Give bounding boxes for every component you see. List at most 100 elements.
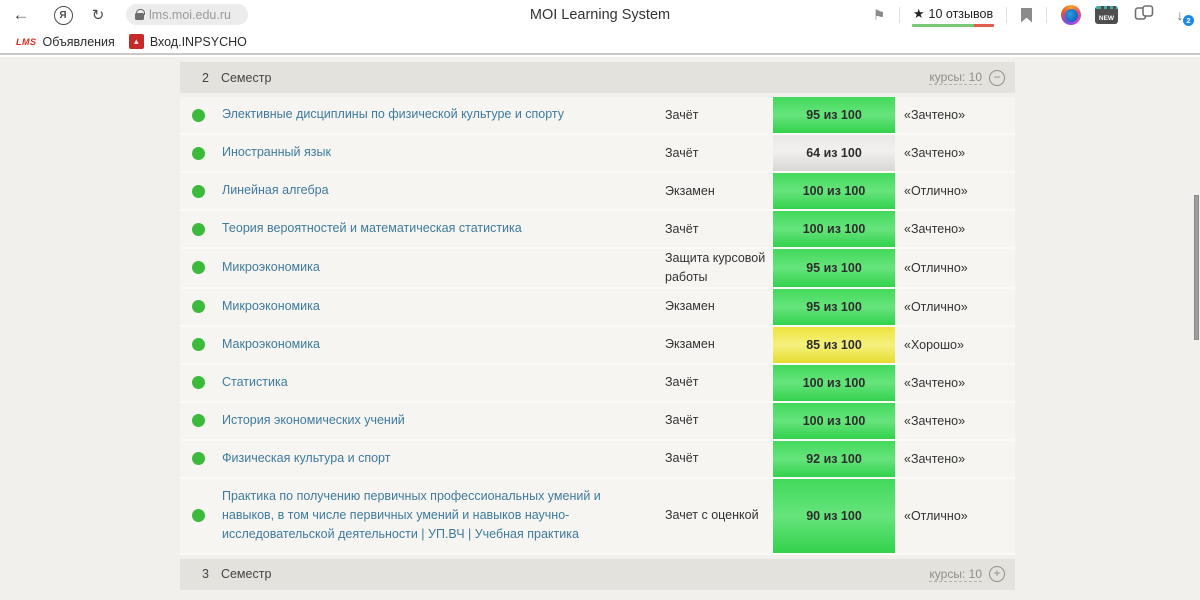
grade-text: «Отлично» bbox=[904, 184, 968, 198]
grade-text: «Отлично» bbox=[904, 260, 968, 275]
status-dot-icon bbox=[192, 108, 205, 122]
status-dot-cell bbox=[192, 146, 222, 160]
status-dot-icon bbox=[192, 261, 205, 275]
bookmark-announcements[interactable]: LMS Объявления bbox=[12, 33, 119, 51]
status-dot-cell bbox=[192, 376, 222, 389]
course-cell: Микроэкономика bbox=[222, 250, 665, 285]
course-cell: Физическая культура и спорт bbox=[222, 441, 665, 476]
extension-browser-icon[interactable] bbox=[1061, 5, 1081, 25]
status-dot-icon bbox=[192, 452, 205, 465]
lms-favicon: LMS bbox=[16, 36, 37, 47]
site-reviews-button[interactable]: ★ 10 отзывов bbox=[908, 4, 998, 27]
bookmark-label: Вход.INPSYCHO bbox=[149, 34, 247, 49]
status-dot-cell bbox=[192, 452, 222, 465]
new-tab-extension-icon[interactable]: NEW bbox=[1095, 6, 1118, 24]
address-bar[interactable]: lms.moi.edu.ru bbox=[126, 4, 248, 25]
assessment-type: Зачёт bbox=[665, 451, 699, 466]
assessment-type: Экзамен bbox=[665, 183, 715, 198]
grades-table: 2 Семестр курсы: 10 − Элективные дисципл… bbox=[180, 62, 1015, 590]
grade-text: «Зачтено» bbox=[904, 413, 966, 428]
course-link[interactable]: Физическая культура и спорт bbox=[222, 451, 390, 465]
collapse-icon[interactable]: − bbox=[989, 69, 1005, 86]
status-dot-icon bbox=[192, 338, 205, 351]
course-link[interactable]: Статистика bbox=[222, 375, 288, 389]
refresh-icon[interactable]: ↻ bbox=[86, 0, 110, 30]
status-dot-icon bbox=[192, 146, 205, 160]
bookmark-icon[interactable] bbox=[1021, 7, 1032, 23]
toolbar-separator bbox=[899, 7, 900, 23]
inpsycho-favicon: ▲ bbox=[128, 34, 144, 49]
scrollbar-track[interactable] bbox=[1191, 57, 1200, 600]
score-badge: 95 из 100 bbox=[773, 97, 895, 133]
bookmarks-bar: LMS Объявления ▲ Вход.INPSYCHO bbox=[0, 30, 1200, 55]
score-badge: 92 из 100 bbox=[773, 440, 895, 477]
toolbar-right-icons: ⚑ ★ 10 отзывов NEW ↓ 2 bbox=[867, 0, 1200, 30]
courses-count-link[interactable]: курсы: 10 bbox=[929, 567, 982, 582]
protect-icon[interactable]: ⚑ bbox=[867, 7, 891, 24]
scrollbar-thumb[interactable] bbox=[1194, 195, 1199, 340]
table-row: Линейная алгебра Экзамен 100 из 100 «Отл… bbox=[180, 173, 1015, 211]
status-dot-cell bbox=[192, 261, 222, 275]
assessment-type: Зачёт bbox=[665, 375, 699, 390]
score-badge: 64 из 100 bbox=[773, 135, 895, 171]
assessment-type: Зачёт bbox=[665, 145, 699, 160]
assessment-type: Экзамен bbox=[665, 299, 715, 314]
yandex-home-icon[interactable]: Я bbox=[50, 0, 76, 30]
course-link[interactable]: Элективные дисциплины по физической куль… bbox=[222, 107, 564, 121]
course-link[interactable]: Линейная алгебра bbox=[222, 183, 329, 197]
status-dot-icon bbox=[192, 414, 205, 427]
grade-text: «Зачтено» bbox=[904, 108, 966, 122]
score-badge: 85 из 100 bbox=[773, 326, 895, 363]
status-dot-icon bbox=[192, 509, 205, 523]
course-link[interactable]: Микроэкономика bbox=[222, 299, 320, 313]
table-row: Статистика Зачёт 100 из 100 «Зачтено» bbox=[180, 364, 1015, 403]
courses-count-link[interactable]: курсы: 10 bbox=[929, 70, 982, 85]
toolbar-separator bbox=[1046, 7, 1047, 23]
semester-title: Семестр bbox=[220, 567, 272, 582]
semester-2-header[interactable]: 2 Семестр курсы: 10 − bbox=[180, 62, 1015, 93]
table-row: Микроэкономика Защита курсовой работы 95… bbox=[180, 249, 1015, 289]
status-dot-icon bbox=[192, 300, 205, 313]
status-dot-icon bbox=[192, 184, 205, 198]
star-icon: ★ bbox=[912, 5, 925, 21]
semester-3-header[interactable]: 3 Семестр курсы: 10 + bbox=[180, 558, 1015, 590]
course-cell: История экономических учений bbox=[222, 403, 665, 438]
status-dot-cell bbox=[192, 509, 222, 523]
lock-icon bbox=[135, 8, 145, 20]
expand-icon[interactable]: + bbox=[989, 566, 1005, 583]
downloads-badge: 2 bbox=[1183, 15, 1194, 26]
semester-title: Семестр bbox=[220, 70, 272, 85]
score-badge: 100 из 100 bbox=[773, 364, 895, 401]
course-link[interactable]: Микроэкономика bbox=[222, 260, 320, 274]
status-dot-icon bbox=[192, 376, 205, 389]
downloads-icon[interactable]: ↓ 2 bbox=[1170, 7, 1194, 26]
score-badge: 95 из 100 bbox=[773, 288, 895, 325]
course-cell: Элективные дисциплины по физической куль… bbox=[222, 97, 665, 132]
status-dot-cell bbox=[192, 414, 222, 427]
back-icon[interactable]: ← bbox=[8, 0, 34, 30]
browser-toolbar: ← Я ↻ lms.moi.edu.ru MOI Learning System… bbox=[0, 0, 1200, 30]
reviews-rating-bar bbox=[912, 23, 994, 27]
course-cell: Практика по получению первичных професси… bbox=[222, 479, 665, 553]
course-link[interactable]: Макроэкономика bbox=[222, 337, 320, 351]
side-panels-icon[interactable] bbox=[1134, 4, 1154, 27]
course-link[interactable]: Иностранный язык bbox=[222, 145, 331, 159]
page-content: 2 Семестр курсы: 10 − Элективные дисципл… bbox=[0, 57, 1200, 600]
assessment-type: Зачёт bbox=[665, 221, 699, 236]
status-dot-cell bbox=[192, 222, 222, 236]
grade-text: «Зачтено» bbox=[904, 451, 966, 466]
table-row: Микроэкономика Экзамен 95 из 100 «Отличн… bbox=[180, 288, 1015, 327]
course-link[interactable]: Теория вероятностей и математическая ста… bbox=[222, 221, 522, 235]
bookmark-inpsycho[interactable]: ▲ Вход.INPSYCHO bbox=[125, 32, 251, 51]
score-badge: 95 из 100 bbox=[773, 249, 895, 287]
course-link[interactable]: История экономических учений bbox=[222, 413, 405, 427]
table-row: Практика по получению первичных професси… bbox=[180, 478, 1015, 555]
status-dot-cell bbox=[192, 300, 222, 313]
toolbar-separator bbox=[1006, 7, 1007, 23]
status-dot-icon bbox=[192, 222, 205, 236]
course-link[interactable]: Практика по получению первичных професси… bbox=[222, 489, 601, 542]
assessment-type: Экзамен bbox=[665, 337, 715, 352]
table-rows: Элективные дисциплины по физической куль… bbox=[180, 97, 1015, 555]
status-dot-cell bbox=[192, 338, 222, 351]
assessment-type: Защита курсовой работы bbox=[665, 251, 766, 284]
